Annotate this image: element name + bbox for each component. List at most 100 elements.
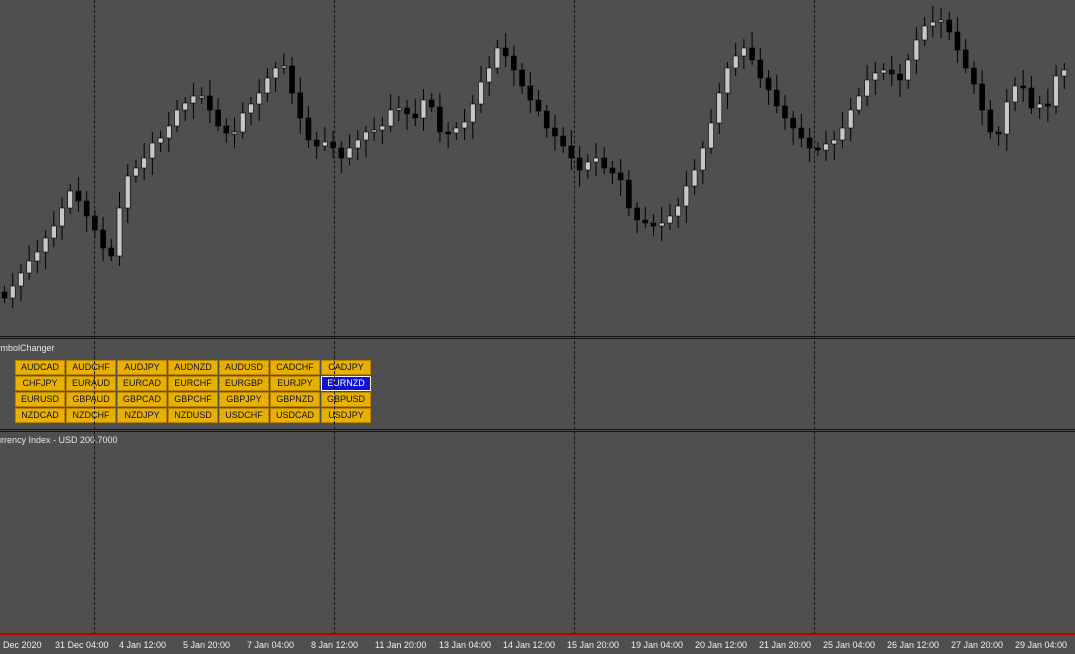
symbol-button-chfjpy[interactable]: CHFJPY [15,376,65,391]
candle-body [897,73,903,81]
time-axis-label: 5 Jan 20:00 [183,640,231,650]
candle-body [798,127,805,139]
candle-body [683,185,690,207]
candle-body [363,131,369,141]
candle-body [18,272,24,287]
candle-body [815,147,821,151]
symbol-button-eurnzd[interactable]: EURNZD [321,376,371,391]
candle-body [486,67,493,83]
symbol-button-gbpnzd[interactable]: GBPNZD [270,392,320,407]
candle-body [757,59,764,79]
symbol-button-audjpy[interactable]: AUDJPY [117,360,167,375]
candle-body [642,219,649,224]
time-axis: Dec 2020 31 Dec 04:00 4 Jan 12:00 5 Jan 20:… [0,635,1075,654]
candle-body [297,92,304,119]
period-separator [94,0,95,635]
symbol-button-eurgbp[interactable]: EURGBP [219,376,269,391]
candle-body [1061,69,1068,77]
candle-body [182,102,189,111]
symbol-button-eurchf[interactable]: EURCHF [168,376,218,391]
candle-body [823,143,829,151]
candle-body [741,47,747,57]
symbol-button-nzdjpy[interactable]: NZDJPY [117,408,167,423]
candle-body [387,109,394,127]
time-axis-label: 8 Jan 12:00 [311,640,359,650]
candle-body [626,179,632,209]
candle-body [133,167,139,177]
candle-body [108,247,115,257]
candle-body [231,131,238,135]
candle-body [461,121,468,129]
candle-body [445,131,451,135]
candle-body [502,47,509,57]
time-axis-label: 20 Jan 12:00 [695,640,748,650]
candle-body [1012,85,1018,103]
candle-body [404,107,410,115]
candle-body [437,106,443,133]
candle-body [1053,75,1059,107]
price-chart[interactable] [0,0,1075,338]
symbol-button-cadjpy[interactable]: CADJPY [321,360,371,375]
pane-separator[interactable] [0,429,1075,432]
time-axis-label: Dec 2020 [3,640,42,650]
symbol-button-gbpchf[interactable]: GBPCHF [168,392,218,407]
candle-body [839,127,846,141]
time-axis-label: 25 Jan 04:00 [823,640,876,650]
time-axis-label: 11 Jan 20:00 [375,640,427,650]
symbol-button-gbpusd[interactable]: GBPUSD [321,392,371,407]
pane-separator[interactable] [0,336,1075,339]
candle-body [716,92,723,124]
candle-body [806,137,813,149]
symbol-button-eurcad[interactable]: EURCAD [117,376,167,391]
candle-body [543,110,550,129]
candle-body [552,127,558,137]
candle-body [527,85,534,101]
symbol-button-usdjpy[interactable]: USDJPY [321,408,371,423]
candle-body [149,142,156,159]
symbol-button-gbpcad[interactable]: GBPCAD [117,392,167,407]
time-axis-label: 29 Jan 04:00 [1015,640,1068,650]
symbol-button-audnzd[interactable]: AUDNZD [168,360,218,375]
candle-body [749,47,755,61]
symbol-button-euraud[interactable]: EURAUD [66,376,116,391]
candle-body [847,109,854,129]
candle-body [198,95,205,99]
symbol-button-audcad[interactable]: AUDCAD [15,360,65,375]
candle-body [371,129,377,133]
candle-body [971,67,977,85]
candle-body [9,285,16,299]
candle-body [190,95,197,104]
symbol-button-nzdusd[interactable]: NZDUSD [168,408,218,423]
candle-body [239,112,246,133]
candle-body [124,175,131,209]
symbol-button-usdchf[interactable]: USDCHF [219,408,269,423]
candle-body [313,139,320,147]
candle-body [880,69,887,74]
symbol-button-eurusd[interactable]: EURUSD [15,392,65,407]
symbol-button-cadchf[interactable]: CADCHF [270,360,320,375]
candle-body [930,21,936,27]
candle-body [1020,85,1027,89]
time-axis-label: 31 Dec 04:00 [55,640,109,650]
candle-body [708,122,714,149]
symbol-button-audusd[interactable]: AUDUSD [219,360,269,375]
candle-body [346,147,353,159]
time-axis-label: 13 Jan 04:00 [439,640,492,650]
symbol-button-nzdchf[interactable]: NZDCHF [66,408,116,423]
time-axis-label: 19 Jan 04:00 [631,640,684,650]
symbol-button-gbpaud[interactable]: GBPAUD [66,392,116,407]
candle-body [412,113,419,119]
candle-body [979,83,985,111]
symbol-button-nzdcad[interactable]: NZDCAD [15,408,65,423]
candle-body [379,125,386,131]
candle-body [560,135,566,147]
candle-body [724,67,731,94]
candle-body [732,55,739,69]
candle-body [396,107,402,111]
candle-body [248,103,254,114]
time-axis-label: 21 Jan 20:00 [759,640,812,650]
symbol-button-audchf[interactable]: AUDCHF [66,360,116,375]
symbol-button-usdcad[interactable]: USDCAD [270,408,320,423]
symbol-button-eurjpy[interactable]: EURJPY [270,376,320,391]
symbol-button-gbpjpy[interactable]: GBPJPY [219,392,269,407]
